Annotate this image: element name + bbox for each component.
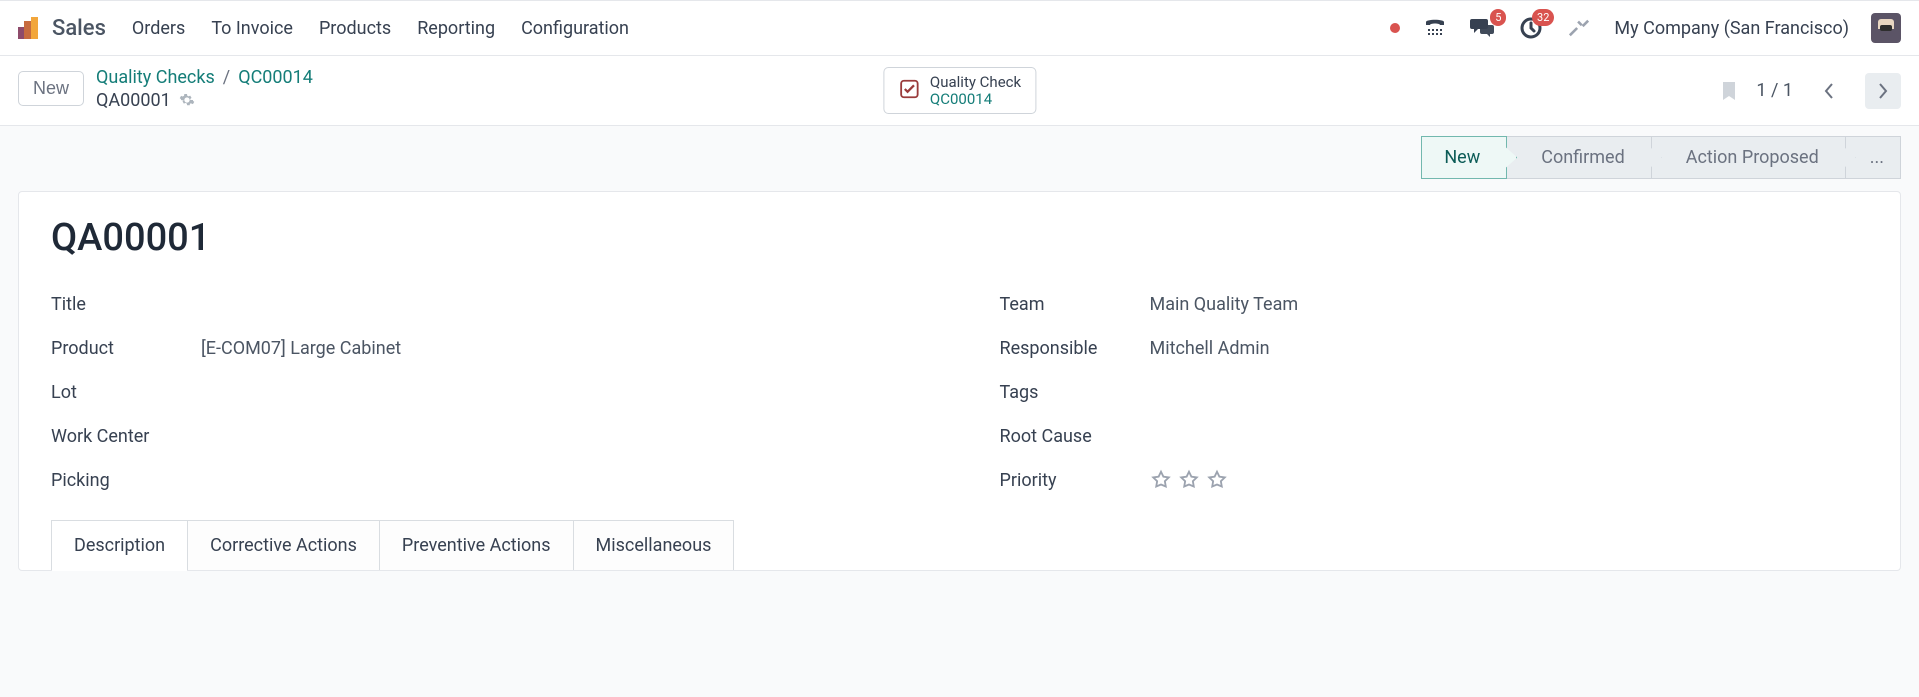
- gear-icon[interactable]: [179, 92, 195, 108]
- notebook-tabs: Description Corrective Actions Preventiv…: [51, 520, 1868, 570]
- pager-prev-button[interactable]: [1811, 73, 1847, 109]
- tab-preventive-actions[interactable]: Preventive Actions: [379, 520, 574, 570]
- breadcrumb-current: QA00001: [96, 90, 171, 111]
- app-logo-icon: [18, 17, 40, 39]
- star-icon[interactable]: [1206, 469, 1228, 491]
- stage-confirmed[interactable]: Confirmed: [1507, 136, 1651, 179]
- label-root-cause: Root Cause: [1000, 426, 1150, 447]
- label-title: Title: [51, 294, 201, 315]
- activities-icon[interactable]: 32: [1518, 17, 1544, 39]
- star-icon[interactable]: [1150, 469, 1172, 491]
- menu-to-invoice[interactable]: To Invoice: [211, 18, 293, 39]
- breadcrumb-root[interactable]: Quality Checks: [96, 67, 215, 88]
- tab-description[interactable]: Description: [51, 520, 188, 570]
- voip-icon[interactable]: [1422, 17, 1448, 39]
- label-responsible: Responsible: [1000, 338, 1150, 359]
- user-avatar[interactable]: [1871, 13, 1901, 43]
- value-responsible[interactable]: Mitchell Admin: [1150, 338, 1270, 359]
- record-name: QA00001: [51, 216, 1868, 260]
- activities-badge: 32: [1532, 9, 1554, 26]
- company-switcher[interactable]: My Company (San Francisco): [1614, 18, 1849, 39]
- left-column: Title Product[E-COM07] Large Cabinet Lot…: [51, 282, 920, 502]
- menu-products[interactable]: Products: [319, 18, 391, 39]
- messages-badge: 5: [1490, 9, 1506, 26]
- menu-configuration[interactable]: Configuration: [521, 18, 629, 39]
- pager-next-button[interactable]: [1865, 73, 1901, 109]
- quality-check-label: Quality Check: [930, 74, 1021, 91]
- systray: 5 32 My Company (San Francisco): [1390, 13, 1901, 43]
- breadcrumb-parent[interactable]: QC00014: [238, 67, 313, 88]
- right-column: TeamMain Quality Team ResponsibleMitchel…: [1000, 282, 1869, 502]
- pager-count[interactable]: 1 / 1: [1756, 80, 1793, 101]
- bookmark-icon[interactable]: [1720, 80, 1738, 102]
- label-product: Product: [51, 338, 201, 359]
- value-product[interactable]: [E-COM07] Large Cabinet: [201, 338, 401, 359]
- stage-new[interactable]: New: [1421, 136, 1507, 179]
- control-bar: New Quality Checks / QC00014 QA00001 Qua…: [0, 56, 1919, 126]
- quality-check-button[interactable]: Quality Check QC00014: [883, 67, 1036, 114]
- tools-icon[interactable]: [1566, 17, 1592, 39]
- stage-action-proposed[interactable]: Action Proposed: [1652, 136, 1846, 179]
- label-work-center: Work Center: [51, 426, 201, 447]
- statusbar: New Confirmed Action Proposed ...: [0, 126, 1919, 179]
- brand[interactable]: Sales: [18, 16, 106, 41]
- star-icon[interactable]: [1178, 469, 1200, 491]
- main-menu: Orders To Invoice Products Reporting Con…: [132, 18, 629, 39]
- messages-icon[interactable]: 5: [1470, 17, 1496, 39]
- menu-reporting[interactable]: Reporting: [417, 18, 495, 39]
- tab-corrective-actions[interactable]: Corrective Actions: [187, 520, 380, 570]
- value-team[interactable]: Main Quality Team: [1150, 294, 1299, 315]
- menu-orders[interactable]: Orders: [132, 18, 185, 39]
- label-team: Team: [1000, 294, 1150, 315]
- recording-indicator-icon: [1390, 23, 1400, 33]
- breadcrumb-sep-icon: /: [223, 67, 230, 88]
- app-title: Sales: [52, 16, 106, 41]
- label-picking: Picking: [51, 470, 201, 491]
- label-tags: Tags: [1000, 382, 1150, 403]
- top-nav: Sales Orders To Invoice Products Reporti…: [0, 0, 1919, 56]
- new-button[interactable]: New: [18, 71, 84, 106]
- tab-miscellaneous[interactable]: Miscellaneous: [573, 520, 735, 570]
- label-priority: Priority: [1000, 470, 1150, 491]
- priority-stars[interactable]: [1150, 469, 1228, 491]
- quality-check-ref: QC00014: [930, 91, 1021, 108]
- form-card: QA00001 Title Product[E-COM07] Large Cab…: [18, 191, 1901, 571]
- label-lot: Lot: [51, 382, 201, 403]
- checkbox-checked-icon: [898, 78, 920, 104]
- breadcrumb: Quality Checks / QC00014 QA00001: [96, 67, 313, 111]
